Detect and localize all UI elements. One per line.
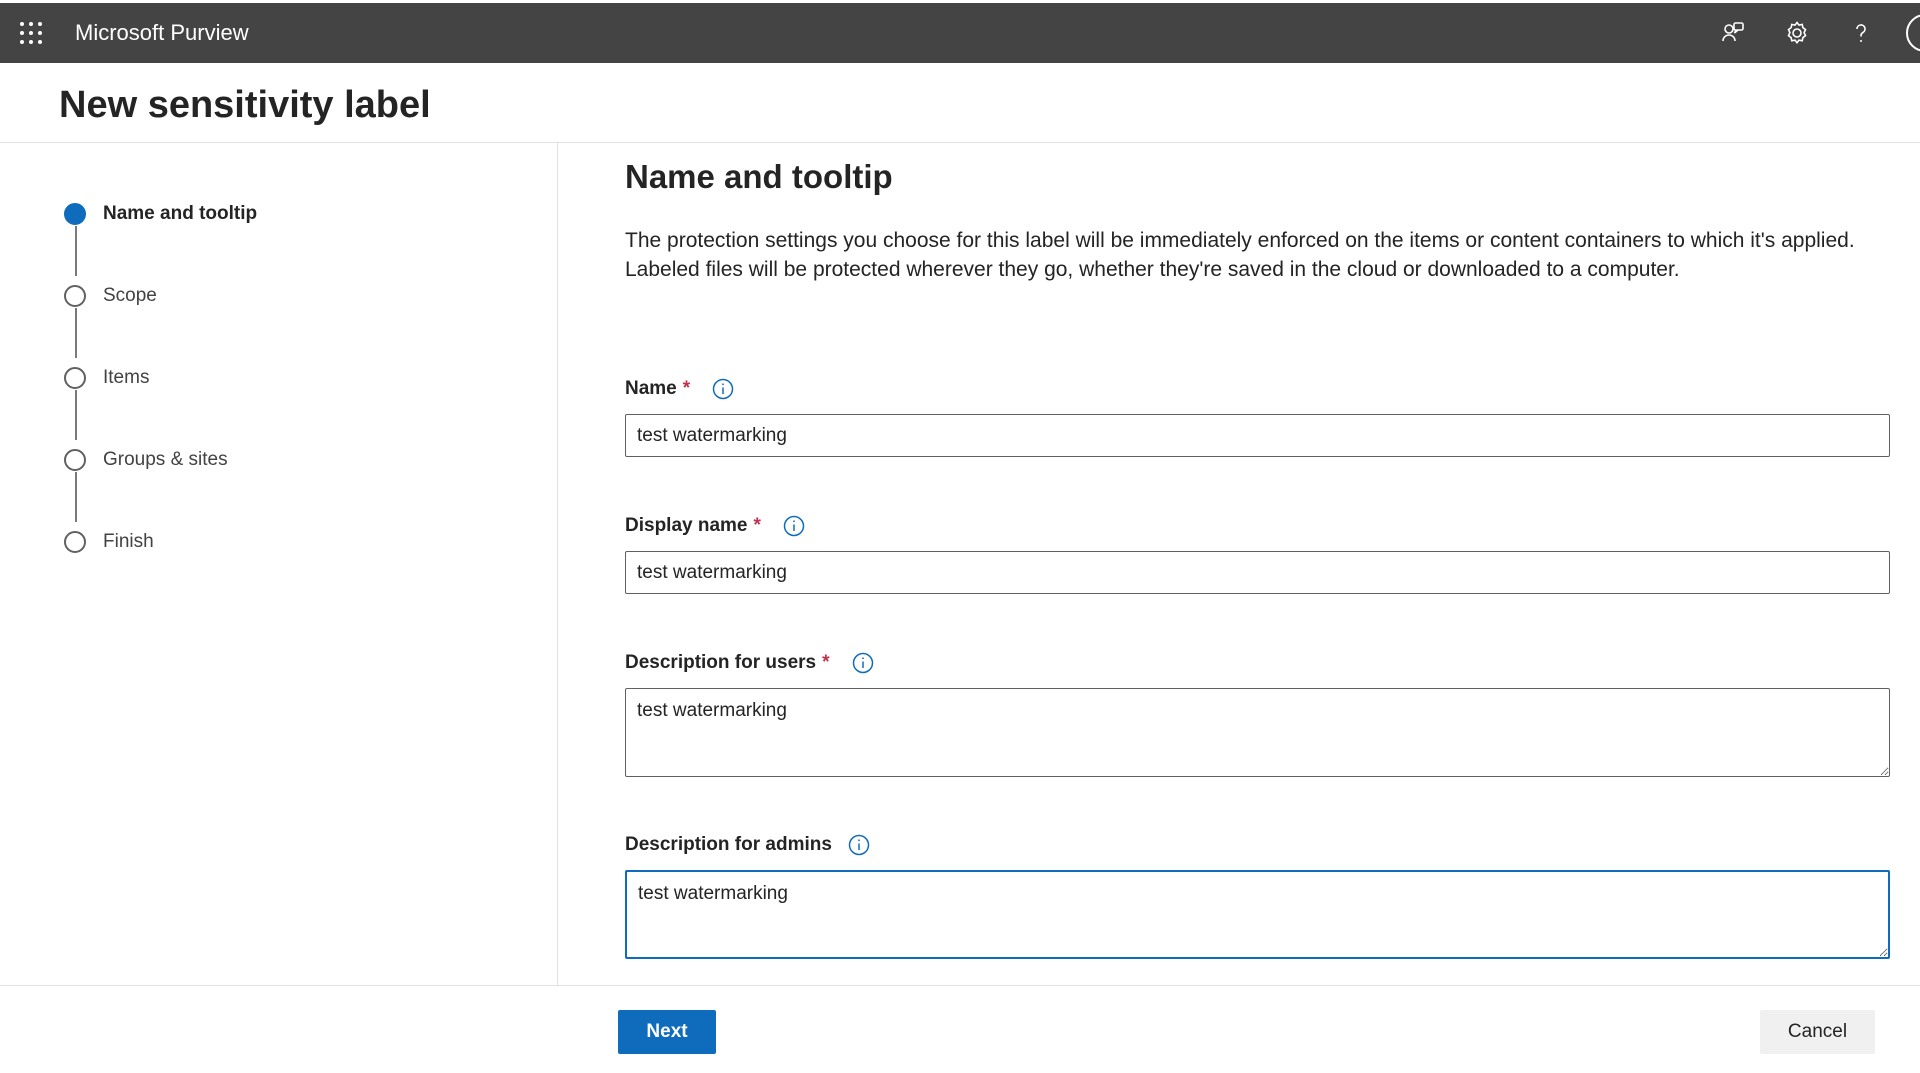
step-finish[interactable]: Finish bbox=[64, 530, 154, 554]
step-pending-icon bbox=[64, 449, 86, 471]
info-icon[interactable] bbox=[783, 515, 805, 537]
step-groups-and-sites[interactable]: Groups & sites bbox=[64, 448, 228, 472]
section-description: The protection settings you choose for t… bbox=[625, 229, 1855, 281]
step-connector bbox=[75, 308, 77, 358]
name-label-text: Name bbox=[625, 378, 677, 399]
step-items[interactable]: Items bbox=[64, 366, 149, 390]
required-marker: * bbox=[822, 652, 830, 673]
step-connector bbox=[75, 472, 77, 522]
step-label: Items bbox=[103, 367, 150, 388]
description-users-textarea[interactable]: test watermarking bbox=[625, 688, 1890, 777]
step-name-and-tooltip[interactable]: Name and tooltip bbox=[64, 202, 257, 226]
description-admins-field-label: Description for admins bbox=[625, 831, 870, 859]
step-pending-icon bbox=[64, 367, 86, 389]
info-icon[interactable] bbox=[712, 378, 734, 400]
required-marker: * bbox=[753, 515, 761, 536]
top-bar: Microsoft Purview bbox=[0, 3, 1920, 63]
page-title: New sensitivity label bbox=[59, 84, 431, 126]
settings-icon[interactable] bbox=[1782, 18, 1812, 48]
section-title: Name and tooltip bbox=[625, 158, 893, 195]
step-label: Scope bbox=[103, 285, 157, 306]
info-icon[interactable] bbox=[852, 652, 874, 674]
info-icon[interactable] bbox=[848, 834, 870, 856]
description-admins-label-text: Description for admins bbox=[625, 834, 832, 855]
feedback-icon[interactable] bbox=[1718, 18, 1748, 48]
step-current-icon bbox=[64, 203, 86, 225]
display-name-input[interactable] bbox=[625, 551, 1890, 594]
app-title[interactable]: Microsoft Purview bbox=[75, 18, 249, 48]
description-users-label-text: Description for users bbox=[625, 652, 817, 673]
step-connector bbox=[75, 226, 77, 276]
header-divider bbox=[0, 142, 1920, 143]
name-input[interactable] bbox=[625, 414, 1890, 457]
footer-divider bbox=[0, 985, 1920, 986]
step-pending-icon bbox=[64, 531, 86, 553]
display-name-label-text: Display name bbox=[625, 515, 748, 536]
name-field-label: Name * bbox=[625, 375, 734, 403]
step-label: Name and tooltip bbox=[103, 203, 258, 224]
step-connector bbox=[75, 390, 77, 440]
step-label: Groups & sites bbox=[103, 449, 228, 470]
next-button[interactable]: Next bbox=[618, 1010, 716, 1054]
cancel-button[interactable]: Cancel bbox=[1760, 1010, 1875, 1054]
steps-divider bbox=[557, 143, 558, 985]
required-marker: * bbox=[682, 378, 691, 399]
description-users-field-label: Description for users * bbox=[625, 649, 874, 677]
app-launcher-icon[interactable] bbox=[19, 21, 43, 45]
help-icon[interactable] bbox=[1846, 18, 1876, 48]
step-scope[interactable]: Scope bbox=[64, 284, 157, 308]
step-pending-icon bbox=[64, 285, 86, 307]
step-label: Finish bbox=[103, 531, 154, 552]
avatar[interactable] bbox=[1906, 14, 1920, 52]
description-admins-textarea[interactable]: test watermarking bbox=[625, 870, 1890, 959]
display-name-field-label: Display name * bbox=[625, 512, 805, 540]
